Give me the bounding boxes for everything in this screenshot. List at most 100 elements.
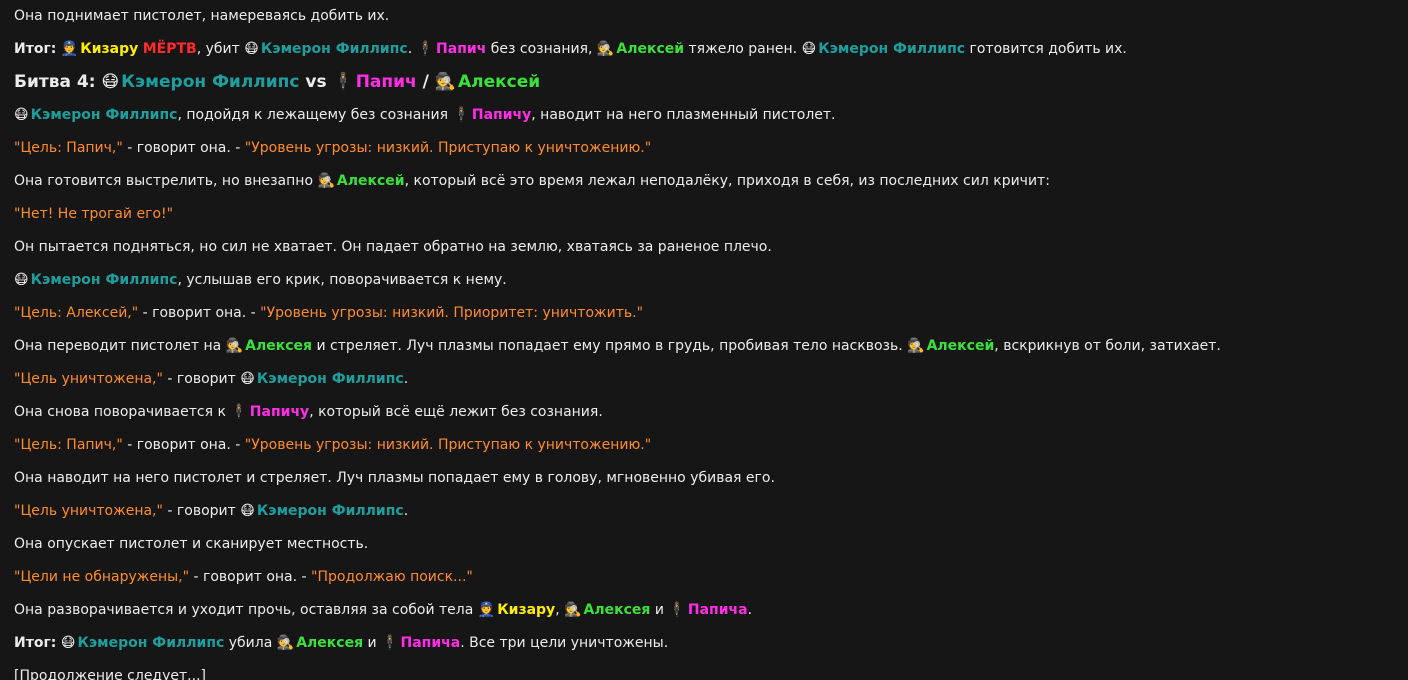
chat-line: "Нет! Не трогай его!"	[14, 204, 1394, 237]
character-cameron: Кэмерон Филлипс	[30, 272, 178, 288]
narration-text: Она поднимает пистолет, намереваясь доби…	[14, 8, 390, 24]
chat-line: "Цель уничтожена," - говорит 😷 Кэмерон Фи…	[14, 501, 1394, 534]
narration-text: Она переводит пистолет на	[14, 338, 222, 354]
narration-text: - говорит она. -	[138, 305, 261, 321]
narration-text: Он пытается подняться, но сил не хватает…	[14, 239, 772, 255]
robot-mask-icon: 😷	[101, 72, 120, 92]
character-cameron: Кэмерон Филлипс	[260, 41, 408, 57]
narration-text: Она снова поворачивается к	[14, 404, 226, 420]
robot-mask-icon: 😷	[60, 635, 76, 651]
narration-text: без сознания,	[490, 41, 593, 57]
narration-text: убила	[228, 635, 273, 651]
chat-line: Он пытается подняться, но сил не хватает…	[14, 237, 1394, 270]
narration-text: и стреляет. Луч плазмы попадает ему прям…	[316, 338, 903, 354]
narration-text: Она наводит на него пистолет и стреляет.…	[14, 470, 775, 486]
narration-text: тяжело ранен.	[688, 41, 798, 57]
dialogue-quote: "Цель: Алексей,"	[14, 305, 139, 321]
narration-text: . Все три цели уничтожены.	[460, 635, 669, 651]
police-officer-icon: 👮	[60, 41, 79, 57]
narration-text: Она опускает пистолет и сканирует местно…	[14, 536, 369, 552]
separator-slash: /	[422, 72, 429, 92]
battle-heading: Битва 4: 😷 Кэмерон Филлипс vs 🕴 Папич / 🕵 А…	[14, 72, 1394, 105]
dead-status: МЁРТВ	[142, 41, 197, 57]
dialogue-quote: "Цель уничтожена,"	[14, 503, 163, 519]
detective-icon: 🕵	[596, 41, 615, 57]
narration-text: и	[367, 635, 377, 651]
chat-line: Итог: 😷 Кэмерон Филлипс убила 🕵 Алексея и …	[14, 633, 1394, 666]
narration-text: , подойдя к лежащему без сознания	[177, 107, 448, 123]
robot-mask-icon: 😷	[244, 41, 259, 57]
robot-mask-icon: 😷	[801, 41, 817, 57]
narration-text: , убит	[196, 41, 240, 57]
chat-line: Она снова поворачивается к 🕴 Папичу, кото…	[14, 402, 1394, 435]
detective-icon: 🕵	[907, 338, 925, 354]
character-alexey: Алексея	[245, 338, 313, 354]
man-in-suit-icon: 🕴	[668, 602, 686, 618]
narration-text: - говорит	[162, 371, 236, 387]
narration-text: - говорит	[162, 503, 236, 519]
character-papich: Папич	[436, 41, 487, 57]
dialogue-quote: "Нет! Не трогай его!"	[14, 206, 174, 222]
character-cameron: Кэмерон Филлипс	[77, 635, 225, 651]
detective-icon: 🕵	[317, 173, 335, 189]
character-cameron: Кэмерон Филлипс	[256, 503, 404, 519]
robot-mask-icon: 😷	[240, 503, 255, 519]
character-alexey: Алексей	[457, 72, 541, 92]
chat-line: Она наводит на него пистолет и стреляет.…	[14, 468, 1394, 501]
police-officer-icon: 👮	[477, 602, 496, 618]
narration-text: Она разворачивается и уходит прочь, оста…	[14, 602, 474, 618]
character-cameron: Кэмерон Филлипс	[818, 41, 966, 57]
detective-icon: 🕵	[564, 602, 582, 618]
chat-line: "Цели не обнаружены," - говорит она. - "…	[14, 567, 1394, 600]
detective-icon: 🕵	[276, 635, 295, 651]
summary-label: Итог:	[14, 41, 57, 57]
chat-line: Она поднимает пистолет, намереваясь доби…	[14, 6, 1394, 39]
dialogue-quote: "Продолжаю поиск..."	[311, 569, 473, 585]
narration-text: Она готовится выстрелить, но внезапно	[14, 173, 314, 189]
chat-line: "Цель уничтожена," - говорит 😷 Кэмерон Фи…	[14, 369, 1394, 402]
chat-line: "Цель: Папич," - говорит она. - "Уровень…	[14, 138, 1394, 171]
character-papich: Папич	[355, 72, 417, 92]
man-in-suit-icon: 🕴	[381, 635, 399, 651]
battle-label: Битва 4:	[14, 72, 96, 92]
detective-icon: 🕵	[434, 72, 456, 92]
narration-text: , вскрикнув от боли, затихает.	[994, 338, 1221, 354]
robot-mask-icon: 😷	[240, 371, 255, 387]
man-in-suit-icon: 🕴	[230, 404, 248, 420]
narration-text: - говорит она. -	[122, 140, 245, 156]
man-in-suit-icon: 🕴	[332, 72, 354, 92]
narration-text: готовится добить их.	[969, 41, 1127, 57]
dialogue-quote: "Цель: Папич,"	[14, 140, 123, 156]
character-alexey: Алексей	[336, 173, 405, 189]
robot-mask-icon: 😷	[14, 272, 29, 288]
narration-text: .	[407, 41, 413, 57]
character-alexey: Алексей	[616, 41, 685, 57]
character-alexey: Алексея	[296, 635, 364, 651]
summary-label: Итог:	[14, 635, 57, 651]
chat-line: Она готовится выстрелить, но внезапно 🕵 А…	[14, 171, 1394, 204]
narration-text: , который всё ещё лежит без сознания.	[309, 404, 603, 420]
man-in-suit-icon: 🕴	[452, 107, 470, 123]
character-cameron: Кэмерон Филлипс	[256, 371, 404, 387]
character-papich: Папича	[687, 602, 748, 618]
robot-mask-icon: 😷	[14, 107, 29, 123]
dialogue-quote: "Цель: Папич,"	[14, 437, 123, 453]
man-in-suit-icon: 🕴	[416, 41, 435, 57]
dialogue-quote: "Цели не обнаружены,"	[14, 569, 190, 585]
dialogue-quote: "Уровень угрозы: низкий. Приступаю к уни…	[244, 140, 652, 156]
chat-line: Она опускает пистолет и сканирует местно…	[14, 534, 1394, 567]
narration-text: , который всё это время лежал неподалёку…	[404, 173, 1050, 189]
narration-text: - говорит она. -	[122, 437, 245, 453]
character-kizaru: Кизару	[80, 41, 139, 57]
character-cameron: Кэмерон Филлипс	[30, 107, 178, 123]
dialogue-quote: "Уровень угрозы: низкий. Приоритет: унич…	[260, 305, 644, 321]
dialogue-quote: "Цель уничтожена,"	[14, 371, 163, 387]
character-papich: Папичу	[471, 107, 532, 123]
character-papich: Папича	[400, 635, 461, 651]
narration-text: .	[403, 371, 409, 387]
character-alexey: Алексей	[926, 338, 995, 354]
narration-text: - говорит она. -	[189, 569, 312, 585]
chat-line: 😷 Кэмерон Филлипс, подойдя к лежащему без…	[14, 105, 1394, 138]
chat-log: Она поднимает пистолет, намереваясь доби…	[14, 6, 1394, 680]
chat-line: [Продолжение следует...]	[14, 666, 1394, 680]
